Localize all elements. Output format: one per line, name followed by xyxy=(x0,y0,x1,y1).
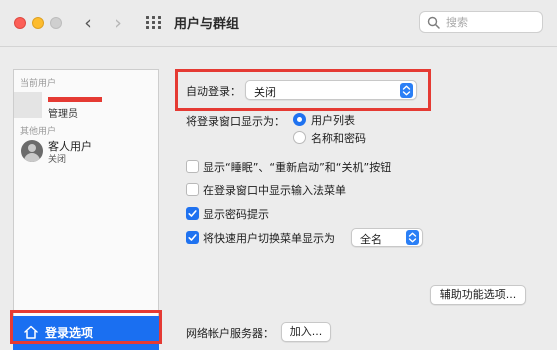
checkmark-icon xyxy=(188,210,197,217)
checkbox-password-hints[interactable] xyxy=(186,207,199,220)
show-all-grid-icon[interactable] xyxy=(146,16,162,30)
login-options-highlight-box xyxy=(10,310,162,344)
guest-user-avatar-icon[interactable] xyxy=(21,140,43,162)
radio-name-password-label[interactable]: 名称和密码 xyxy=(311,130,366,146)
close-window-button[interactable] xyxy=(14,17,26,29)
current-users-header: 当前用户 xyxy=(20,79,57,89)
search-input[interactable] xyxy=(446,13,538,31)
checkbox-input-menu[interactable] xyxy=(186,183,199,196)
fast-switch-value: 全名 xyxy=(360,233,382,246)
updown-chevron-icon xyxy=(406,230,419,245)
join-button[interactable]: 加入... xyxy=(281,322,331,342)
radio-name-password[interactable] xyxy=(293,131,306,144)
radio-user-list-label[interactable]: 用户列表 xyxy=(311,112,355,128)
window-title: 用户与群组 xyxy=(174,17,240,32)
network-server-label: 网络帐户服务器： xyxy=(186,327,274,340)
search-icon xyxy=(427,16,440,29)
redacted-username xyxy=(48,97,102,102)
auto-login-highlight-box xyxy=(175,69,431,111)
display-as-label: 将登录窗口显示为： xyxy=(186,115,285,128)
zoom-window-button[interactable] xyxy=(50,17,62,29)
back-chevron-icon[interactable]: ‹ xyxy=(78,12,98,34)
radio-user-list[interactable] xyxy=(293,113,306,126)
current-user-role: 管理员 xyxy=(48,109,78,120)
accessibility-options-button[interactable]: 辅助功能选项... xyxy=(430,285,526,305)
checkbox-password-hints-label[interactable]: 显示密码提示 xyxy=(203,206,269,222)
other-users-header: 其他用户 xyxy=(20,127,57,137)
current-user-avatar[interactable] xyxy=(14,92,42,118)
checkbox-input-menu-label[interactable]: 在登录窗口中显示输入法菜单 xyxy=(203,182,346,198)
minimize-window-button[interactable] xyxy=(32,17,44,29)
checkmark-icon xyxy=(188,234,197,241)
user-list-sidebar: 当前用户 管理员 其他用户 客人用户 关闭 登录选项 xyxy=(13,69,159,350)
checkbox-fast-user-switch-label[interactable]: 将快速用户切换菜单显示为 xyxy=(203,230,335,246)
search-field[interactable] xyxy=(419,11,543,33)
checkbox-show-power-buttons[interactable] xyxy=(186,160,199,173)
window-toolbar: ‹ › 用户与群组 xyxy=(0,0,557,47)
guest-user-status: 关闭 xyxy=(48,155,67,165)
fast-switch-select[interactable]: 全名 xyxy=(351,228,423,247)
forward-chevron-icon[interactable]: › xyxy=(108,12,128,34)
checkbox-fast-user-switch[interactable] xyxy=(186,231,199,244)
checkbox-show-power-buttons-label[interactable]: 显示“睡眠”、“重新启动”和“关机”按钮 xyxy=(203,159,391,175)
